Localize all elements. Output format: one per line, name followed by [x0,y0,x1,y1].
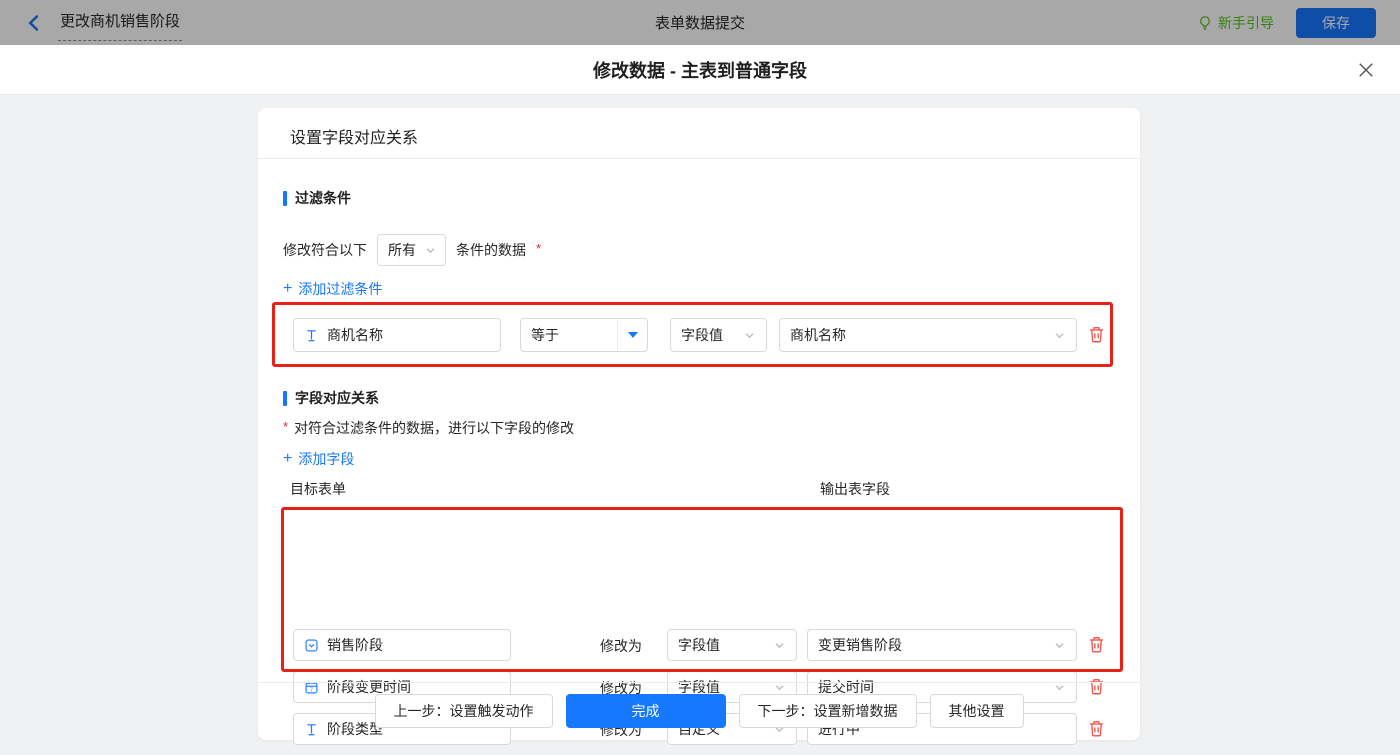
caret-down-icon [628,332,638,338]
other-settings-button[interactable]: 其他设置 [930,694,1024,728]
modal-header: 修改数据 - 主表到普通字段 [0,45,1400,95]
caret-zone [617,319,647,351]
delete-condition-icon[interactable] [1087,325,1107,345]
beginner-guide-link[interactable]: 新手引导 [1197,13,1274,33]
condition-value: 商机名称 [790,325,846,345]
match-mode-select[interactable]: 所有 [377,234,446,266]
mapping-section-title: 字段对应关系 [283,388,379,408]
topbar: 更改商机销售阶段 表单数据提交 新手引导 保存 [0,0,1400,45]
beginner-guide-label: 新手引导 [1218,13,1274,33]
next-step-button[interactable]: 下一步：设置新增数据 [739,694,917,728]
mapping-description: * 对符合过滤条件的数据，进行以下字段的修改 [283,418,574,438]
add-filter-condition-link[interactable]: + 添加过滤条件 [283,279,382,299]
footer-actions: 上一步：设置触发动作 完成 下一步：设置新增数据 其他设置 [258,694,1140,728]
required-mark: * [536,241,541,256]
mapping-section-label: 字段对应关系 [295,388,379,408]
modify-to-label: 修改为 [600,636,642,656]
value-type: 字段值 [678,635,720,655]
add-field-link[interactable]: + 添加字段 [283,449,354,469]
modal-body: 设置字段对应关系 过滤条件 修改符合以下 所有 条件的数据 * + [0,96,1400,755]
plus-icon: + [283,281,292,297]
add-field-label: 添加字段 [298,449,354,469]
required-mark: * [283,419,288,434]
mapping-row: 销售阶段 修改为 字段值 变更销售阶段 [281,629,1123,661]
filter-section-title: 过滤条件 [283,188,351,208]
lightbulb-icon [1197,15,1213,31]
filter-section-label: 过滤条件 [295,188,351,208]
finish-button[interactable]: 完成 [566,694,726,728]
prev-step-button[interactable]: 上一步：设置触发动作 [375,694,553,728]
condition-operator-select[interactable]: 等于 [520,318,648,352]
mapping-description-text: 对符合过滤条件的数据，进行以下字段的修改 [294,418,574,438]
card-title: 设置字段对应关系 [290,124,418,148]
svg-text:7: 7 [310,687,313,693]
screen: 更改商机销售阶段 表单数据提交 新手引导 保存 修改数据 - 主表到普通字段 设… [0,0,1400,755]
section-bar [283,391,287,406]
condition-operator-value: 等于 [531,325,559,345]
match-suffix-label: 条件的数据 [456,240,526,260]
plus-icon: + [283,451,292,467]
delete-row-icon[interactable] [1087,635,1107,655]
select-field-icon [304,638,319,653]
output-field-value: 变更销售阶段 [818,635,902,655]
modal-title: 修改数据 - 主表到普通字段 [593,57,807,83]
match-condition-line: 修改符合以下 所有 条件的数据 * [283,234,541,266]
close-icon[interactable] [1356,60,1376,80]
text-field-icon [304,328,319,343]
condition-value-type: 字段值 [681,325,723,345]
condition-field-input[interactable]: 商机名称 [293,318,501,352]
target-field-input[interactable]: 销售阶段 [293,629,511,661]
output-field-column-label: 输出表字段 [820,479,890,499]
divider [258,158,1140,159]
condition-value-select[interactable]: 商机名称 [779,318,1077,352]
settings-card: 设置字段对应关系 过滤条件 修改符合以下 所有 条件的数据 * + [258,108,1140,740]
topbar-right: 新手引导 保存 [1197,8,1376,38]
section-bar [283,191,287,206]
value-type-select[interactable]: 字段值 [667,629,797,661]
save-button[interactable]: 保存 [1296,8,1376,38]
page-title: 表单数据提交 [0,12,1400,33]
chevron-down-icon [1053,329,1066,342]
target-form-column-label: 目标表单 [290,479,346,499]
chevron-down-icon [743,329,756,342]
match-prefix-label: 修改符合以下 [283,240,367,260]
condition-field-value: 商机名称 [327,325,383,345]
chevron-down-icon [773,639,786,652]
chevron-down-icon [424,244,437,257]
divider [258,682,1140,683]
output-field-select[interactable]: 变更销售阶段 [807,629,1077,661]
chevron-down-icon [1053,639,1066,652]
condition-value-type-select[interactable]: 字段值 [670,318,767,352]
add-filter-condition-label: 添加过滤条件 [298,279,382,299]
match-mode-value: 所有 [388,240,416,260]
target-field-value: 销售阶段 [327,635,383,655]
